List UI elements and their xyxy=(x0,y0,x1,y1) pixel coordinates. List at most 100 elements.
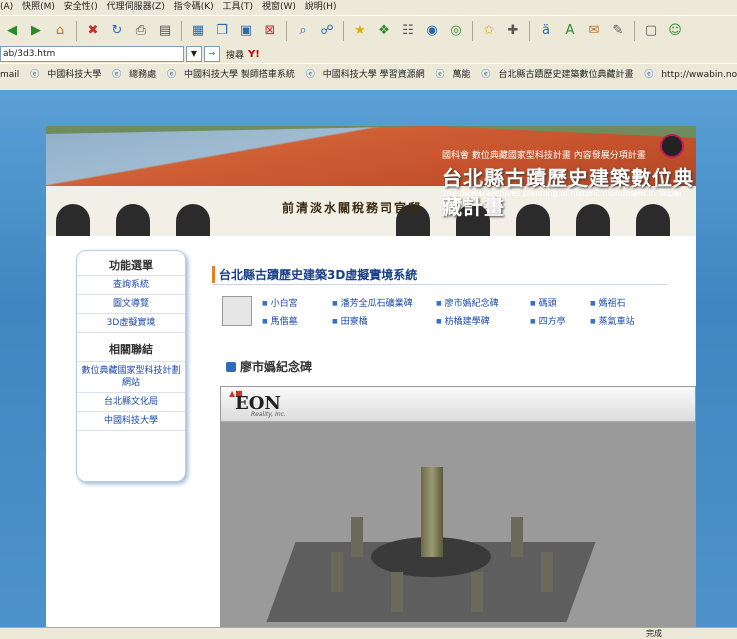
sidebar-link-university[interactable]: 中國科技大學 xyxy=(77,412,185,431)
media-icon[interactable]: ◉ xyxy=(422,21,442,41)
site-container: 前清淡水關稅務司官邸 國科會 數位典藏國家型科技計畫 內容發展分項計畫 台北縣古… xyxy=(46,126,696,638)
place-link[interactable]: 廖市嬀紀念碑 xyxy=(436,296,499,309)
link-item[interactable]: http://wwabin.no-ip.info/ xyxy=(661,70,737,80)
font-color-icon[interactable]: A xyxy=(560,21,580,41)
3d-viewer[interactable]: ▲■ EON Reality, Inc. xyxy=(220,386,696,638)
sidebar: 功能選單 查詢系統 圖文導覽 3D虛擬實境 相關聯結 數位典藏國家型科技計劃網站… xyxy=(76,250,186,482)
link-item[interactable]: 中國科技大學 製師搭車系統 xyxy=(184,70,295,80)
ie-icon: ⓔ xyxy=(166,70,176,80)
ie-icon: ⓔ xyxy=(481,70,491,80)
window-icon[interactable]: ▣ xyxy=(236,21,256,41)
tile-icon[interactable]: ▦ xyxy=(188,21,208,41)
link-item[interactable]: 中國科技大學 學習資源網 xyxy=(323,70,425,80)
url-input[interactable]: ab/3d3.htm xyxy=(0,46,184,62)
place-link[interactable]: 蒸氣車站 xyxy=(590,314,635,327)
toolbar: ◀ ▶ ⌂ ✖ ↻ ⎙ ▤ ▦ ❐ ▣ ⊠ ⌕ ☍ ★ ❖ ☷ ◉ ◎ ✩ ✚ … xyxy=(0,15,737,45)
menu-item-tools[interactable]: 工具(T) xyxy=(223,2,254,12)
thumbnail-image xyxy=(222,296,252,326)
separator xyxy=(472,20,473,41)
groups-icon[interactable]: ❖ xyxy=(374,21,394,41)
messenger-icon[interactable]: ☺ xyxy=(665,21,685,41)
viewer-header: ▲■ EON Reality, Inc. xyxy=(221,387,695,422)
yahoo-icon[interactable]: Y! xyxy=(248,49,260,60)
address-bar: ab/3d3.htm ▼ → 搜尋 Y! xyxy=(0,45,737,63)
sidebar-link-culture[interactable]: 台北縣文化局 xyxy=(77,393,185,412)
separator xyxy=(76,20,77,41)
sidebar-link-archives[interactable]: 數位典藏國家型科技計劃網站 xyxy=(77,362,185,393)
menu-item-security[interactable]: 安全性() xyxy=(64,2,98,12)
new-tab-icon[interactable]: ✚ xyxy=(503,21,523,41)
link-item[interactable]: 總務處 xyxy=(129,70,156,80)
menu-item-proxy[interactable]: 代理伺服器(Z) xyxy=(107,2,165,12)
current-item-label: 廖市嬀紀念碑 xyxy=(240,360,313,374)
home-icon[interactable]: ⌂ xyxy=(50,21,70,41)
status-text: 完成 xyxy=(646,629,662,638)
cascade-icon[interactable]: ❐ xyxy=(212,21,232,41)
menu-bar: (A) 快照(M) 安全性() 代理伺服器(Z) 指令碼(K) 工具(T) 視窗… xyxy=(0,0,737,15)
status-bar: 完成 xyxy=(0,627,737,639)
place-link[interactable]: 馬偕墓 xyxy=(262,314,298,327)
monument-pillar xyxy=(421,467,443,557)
link-mail[interactable]: mail xyxy=(0,70,19,80)
history-icon[interactable]: ☷ xyxy=(398,21,418,41)
current-item-title: 廖市嬀紀念碑 xyxy=(226,358,312,375)
refresh-icon[interactable]: ↻ xyxy=(107,21,127,41)
fence-post xyxy=(541,552,553,592)
place-link[interactable]: 枋橋建學碑 xyxy=(436,314,490,327)
site-banner: 前清淡水關稅務司官邸 國科會 數位典藏國家型科技計畫 內容發展分項計畫 台北縣古… xyxy=(46,126,696,236)
separator xyxy=(181,20,182,41)
add-favorite-icon[interactable]: ✩ xyxy=(479,21,499,41)
ie-icon: ⓔ xyxy=(305,70,315,80)
ie-icon: ⓔ xyxy=(30,70,40,80)
place-link[interactable]: 四方亭 xyxy=(530,314,566,327)
sidebar-item-guide[interactable]: 圖文導覽 xyxy=(77,295,185,314)
sidebar-heading-menu: 功能選單 xyxy=(109,259,153,272)
menu-item-help[interactable]: 說明(H) xyxy=(305,2,337,12)
section-title: 台北縣古蹟歷史建築3D虛擬實境系統 xyxy=(212,266,417,283)
page-icon[interactable]: ▤ xyxy=(155,21,175,41)
forward-icon[interactable]: ▶ xyxy=(26,21,46,41)
go-button[interactable]: → xyxy=(204,46,220,62)
menu-item[interactable]: (A) xyxy=(0,2,13,12)
page-content: 前清淡水關稅務司官邸 國科會 數位典藏國家型科技計畫 內容發展分項計畫 台北縣古… xyxy=(0,90,737,638)
place-link[interactable]: 媽祖石 xyxy=(590,296,626,309)
mail-icon[interactable]: ✉ xyxy=(584,21,604,41)
print-icon[interactable]: ⎙ xyxy=(131,21,151,41)
place-link[interactable]: 碼頭 xyxy=(530,296,557,309)
sidebar-item-3d[interactable]: 3D虛擬實境 xyxy=(77,314,185,333)
place-link[interactable]: 潘芳全瓜石礦業碑 xyxy=(332,296,413,309)
eon-brand-sub: Reality, Inc. xyxy=(251,411,286,418)
ie-icon: ⓔ xyxy=(435,70,445,80)
arch xyxy=(176,204,210,236)
arch xyxy=(116,204,150,236)
link-item[interactable]: 中國科技大學 xyxy=(47,70,101,80)
banner-subtitle: The digital archives planning of histori… xyxy=(442,189,682,207)
place-link[interactable]: 田寮橋 xyxy=(332,314,368,327)
back-icon[interactable]: ◀ xyxy=(2,21,22,41)
fence-post xyxy=(351,517,363,557)
sidebar-item-query[interactable]: 查詢系統 xyxy=(77,275,185,295)
banner-org: 國科會 數位典藏國家型科技計畫 內容發展分項計畫 xyxy=(442,151,646,161)
menu-item-script[interactable]: 指令碼(K) xyxy=(174,2,214,12)
links-bar: mail ⓔ 中國科技大學 ⓔ 總務處 ⓔ 中國科技大學 製師搭車系統 ⓔ 中國科技大學… xyxy=(0,63,737,91)
search-label[interactable]: 搜尋 xyxy=(226,48,244,61)
menu-item-window[interactable]: 視窗(W) xyxy=(262,2,296,12)
link-item[interactable]: 台北縣古蹟歷史建築數位典藏計畫 xyxy=(498,70,633,80)
3d-scene[interactable] xyxy=(221,422,695,637)
edit-icon[interactable]: ✎ xyxy=(608,21,628,41)
menu-item-bookmarks[interactable]: 快照(M) xyxy=(22,2,55,12)
fence-post xyxy=(511,517,523,557)
dropdown-arrow-icon[interactable]: ▼ xyxy=(186,46,202,62)
radio-icon[interactable]: ◎ xyxy=(446,21,466,41)
find-icon[interactable]: ☍ xyxy=(317,21,337,41)
new-window-icon[interactable]: ▢ xyxy=(641,21,661,41)
encoding-icon[interactable]: ä xyxy=(536,21,556,41)
fence-post xyxy=(391,572,403,612)
place-link[interactable]: 小白宮 xyxy=(262,296,298,309)
favorites-icon[interactable]: ★ xyxy=(350,21,370,41)
link-item[interactable]: 萬能 xyxy=(453,70,471,80)
separator xyxy=(529,20,530,41)
stop-icon[interactable]: ✖ xyxy=(83,21,103,41)
search-icon[interactable]: ⌕ xyxy=(293,21,313,41)
window-close-icon[interactable]: ⊠ xyxy=(260,21,280,41)
